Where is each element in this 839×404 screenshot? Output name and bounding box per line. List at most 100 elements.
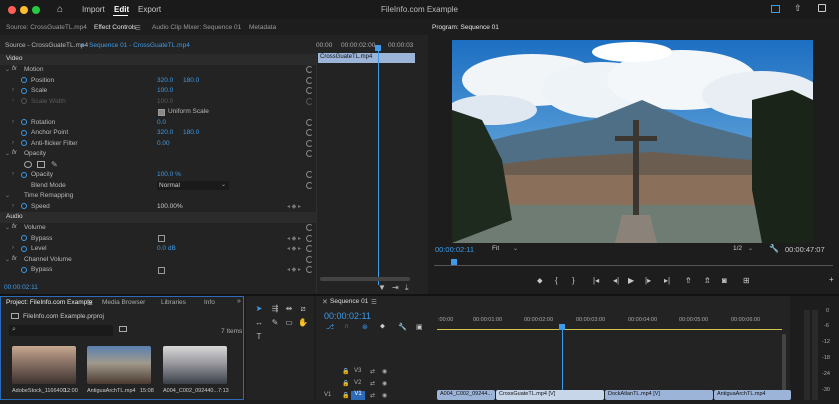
sync-lock-icon[interactable]: ⇄ bbox=[370, 392, 375, 399]
project-item-thumbnail[interactable] bbox=[87, 346, 151, 384]
opacity-row[interactable]: › Opacity 100.0 % bbox=[0, 170, 316, 181]
expand-chevron-icon[interactable]: ⌄ bbox=[5, 224, 10, 231]
volume-row[interactable]: ⌄ fx Volume bbox=[0, 223, 316, 234]
nest-icon[interactable]: ⎇ bbox=[326, 323, 334, 331]
program-current-time[interactable]: 00:00:02:11 bbox=[435, 245, 474, 254]
stopwatch-icon[interactable] bbox=[21, 129, 27, 136]
ripple-edit-tool-icon[interactable]: ⇹ bbox=[284, 304, 294, 314]
selection-tool-icon[interactable]: ➤ bbox=[254, 304, 264, 314]
tab-info[interactable]: Info bbox=[204, 299, 215, 306]
anti-flicker-value[interactable]: 0.00 bbox=[157, 140, 170, 147]
wrench-icon[interactable]: 🔧 bbox=[769, 244, 779, 253]
uniform-scale-checkbox[interactable] bbox=[158, 108, 165, 116]
stopwatch-icon[interactable] bbox=[21, 87, 27, 94]
project-item-thumbnail[interactable] bbox=[12, 346, 76, 384]
eye-icon[interactable]: ◉ bbox=[382, 380, 387, 387]
tab-libraries[interactable]: Libraries bbox=[161, 299, 186, 306]
stopwatch-icon[interactable] bbox=[21, 203, 27, 209]
sync-lock-icon[interactable]: ⇄ bbox=[370, 380, 375, 387]
reset-icon[interactable] bbox=[306, 224, 313, 231]
expand-chevron-icon[interactable]: ⌄ bbox=[5, 192, 10, 199]
fullscreen-icon[interactable] bbox=[818, 4, 826, 12]
settings-icon[interactable]: 🔧 bbox=[398, 323, 407, 331]
reset-icon[interactable] bbox=[306, 76, 313, 84]
blend-mode-select[interactable]: Normal bbox=[157, 180, 229, 190]
more-tabs-icon[interactable]: » bbox=[237, 298, 241, 305]
anchor-x-value[interactable]: 320.0 bbox=[157, 129, 173, 136]
reset-icon[interactable] bbox=[306, 181, 313, 189]
time-remapping-row[interactable]: ⌄ Time Remapping bbox=[0, 191, 316, 202]
lock-icon[interactable]: 🔒 bbox=[342, 380, 349, 387]
program-timebar[interactable] bbox=[434, 259, 833, 267]
track-select-tool-icon[interactable]: ⇶ bbox=[270, 304, 280, 314]
workspace-icon[interactable] bbox=[771, 5, 780, 13]
expand-chevron-icon[interactable]: › bbox=[12, 119, 14, 125]
close-icon[interactable]: ✕ bbox=[322, 298, 328, 306]
source-patch-v1[interactable]: V1 bbox=[324, 392, 331, 398]
bypass2-row[interactable]: Bypass ◂ ◆ ▸ bbox=[0, 265, 316, 276]
play-icon[interactable]: ▶ bbox=[628, 276, 634, 285]
reset-icon[interactable] bbox=[306, 129, 313, 136]
expand-chevron-icon[interactable]: › bbox=[12, 87, 14, 93]
stopwatch-icon[interactable] bbox=[21, 266, 27, 273]
stopwatch-icon[interactable] bbox=[21, 245, 27, 252]
lock-icon[interactable]: 🔒 bbox=[342, 392, 349, 399]
rotation-row[interactable]: › Rotation 0.0 bbox=[0, 118, 316, 129]
reset-icon[interactable] bbox=[306, 87, 313, 94]
eye-icon[interactable]: ◉ bbox=[382, 368, 387, 375]
horizontal-scrollbar[interactable] bbox=[320, 277, 410, 281]
reset-icon[interactable] bbox=[306, 234, 313, 242]
timeline-current-time[interactable]: 00:00:02:11 bbox=[324, 311, 371, 321]
expand-chevron-icon[interactable]: › bbox=[12, 245, 14, 251]
stopwatch-icon[interactable] bbox=[21, 119, 27, 125]
extract-icon[interactable]: ⇯ bbox=[704, 276, 711, 285]
position-x-value[interactable]: 320.0 bbox=[157, 77, 173, 84]
keyframe-nav-icon[interactable]: ◂ ◆ ▸ bbox=[287, 203, 301, 210]
bypass-row[interactable]: Bypass ◂ ◆ ▸ bbox=[0, 234, 316, 245]
stopwatch-icon[interactable] bbox=[21, 140, 27, 146]
export-icon[interactable]: ⇥ bbox=[392, 283, 399, 292]
bypass-checkbox[interactable] bbox=[158, 235, 165, 242]
speed-value[interactable]: 100.00% bbox=[157, 203, 183, 210]
tab-media-browser[interactable]: Media Browser bbox=[102, 299, 145, 306]
export-frame-icon[interactable]: ⤓ bbox=[405, 283, 409, 293]
reset-icon[interactable] bbox=[306, 66, 313, 73]
tab-audio-mixer[interactable]: Audio Clip Mixer: Sequence 01 bbox=[152, 24, 241, 31]
scale-value[interactable]: 100.0 bbox=[157, 87, 173, 94]
hand-tool-icon[interactable]: ✋ bbox=[298, 318, 308, 328]
camera-icon[interactable]: ◙ bbox=[722, 276, 727, 285]
tab-sequence[interactable]: Sequence 01 bbox=[330, 298, 368, 305]
level-row[interactable]: › Level 0.0 dB ◂ ◆ ▸ bbox=[0, 244, 316, 255]
button-editor-icon[interactable]: ⊞ bbox=[743, 276, 750, 285]
track-label[interactable]: V1 bbox=[351, 391, 365, 400]
reset-icon[interactable] bbox=[306, 139, 313, 147]
menu-icon[interactable]: ☰ bbox=[135, 24, 141, 32]
keyframe-nav-icon[interactable]: ◂ ◆ ▸ bbox=[287, 245, 301, 252]
channel-volume-row[interactable]: ⌄ fx Channel Volume bbox=[0, 255, 316, 266]
work-area-bar[interactable] bbox=[437, 329, 782, 330]
expand-chevron-icon[interactable]: ⌄ bbox=[5, 150, 10, 157]
expand-chevron-icon[interactable]: ⌄ bbox=[5, 66, 10, 73]
vertical-scrollbar[interactable] bbox=[782, 334, 786, 394]
share-icon[interactable]: ⇧ bbox=[794, 3, 802, 14]
lift-icon[interactable]: ⇮ bbox=[685, 276, 692, 285]
source-label[interactable]: Source - CrossGuateTL.mp4 bbox=[5, 42, 88, 49]
timeline-clip[interactable]: AntiguaArchTL.mp4 bbox=[714, 390, 791, 400]
bypass2-checkbox[interactable] bbox=[158, 266, 165, 274]
reset-icon[interactable] bbox=[306, 171, 313, 178]
stopwatch-icon[interactable] bbox=[21, 171, 27, 178]
position-row[interactable]: Position 320.0 180.0 bbox=[0, 76, 316, 87]
timeline-clip[interactable]: CrossGuateTL.mp4 [V] bbox=[496, 390, 604, 400]
anchor-y-value[interactable]: 180.0 bbox=[183, 129, 199, 136]
linked-selection-icon[interactable]: ⊛ bbox=[362, 323, 368, 331]
snap-icon[interactable]: ∩ bbox=[344, 323, 349, 330]
fit-select[interactable]: Fit bbox=[492, 245, 499, 252]
add-marker-icon[interactable]: ⬥ bbox=[380, 323, 385, 331]
keyframe-nav-icon[interactable]: ◂ ◆ ▸ bbox=[287, 235, 301, 242]
mark-out-icon[interactable]: } bbox=[572, 276, 575, 285]
clip-bar[interactable]: CrossGuateTL.mp4 bbox=[318, 53, 415, 63]
stopwatch-icon[interactable] bbox=[21, 235, 27, 241]
expand-chevron-icon[interactable]: › bbox=[12, 203, 14, 209]
tab-source[interactable]: Source: CrossGuateTL.mp4 bbox=[6, 24, 87, 31]
eye-icon[interactable]: ◉ bbox=[382, 392, 387, 399]
